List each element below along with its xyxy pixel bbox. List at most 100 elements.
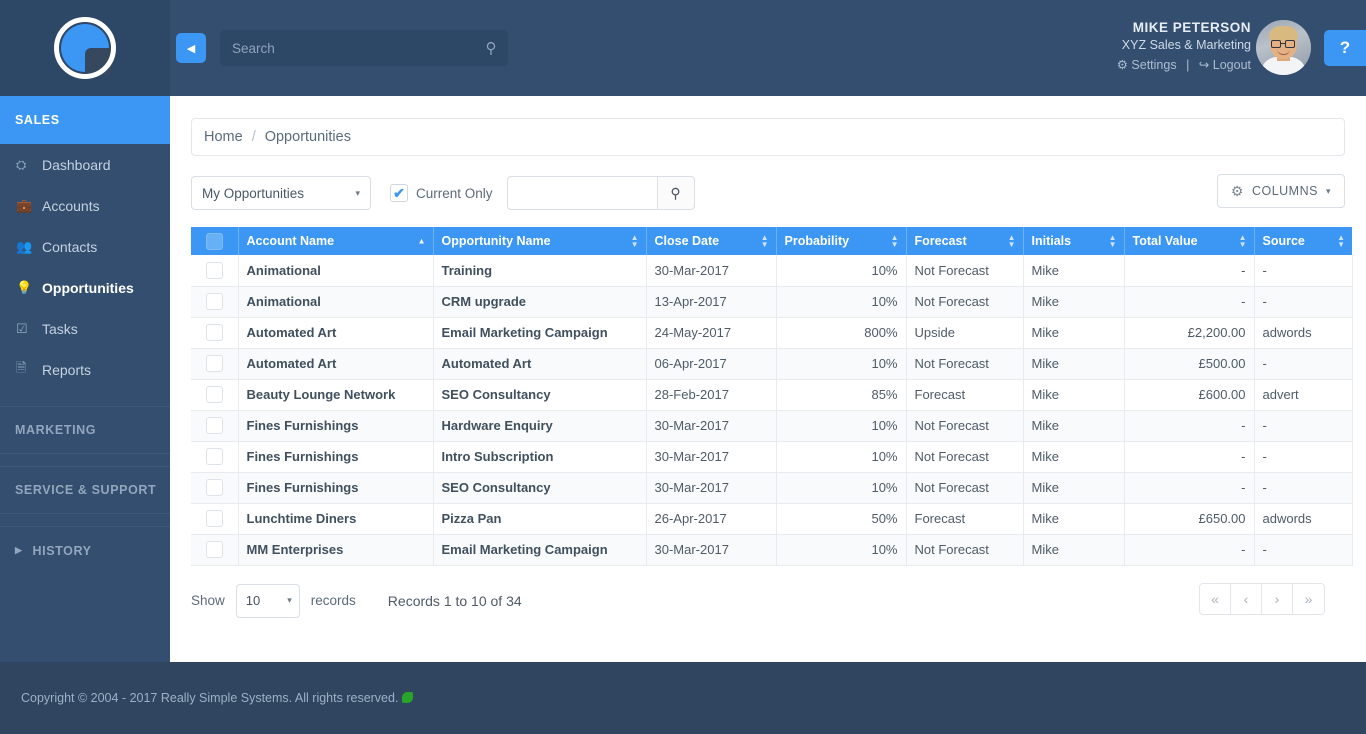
cell-account-name[interactable]: MM Enterprises — [238, 534, 434, 566]
row-select-cell[interactable] — [191, 472, 239, 504]
cell-account-name[interactable]: Beauty Lounge Network — [238, 379, 434, 411]
row-select-cell[interactable] — [191, 534, 239, 566]
table-row[interactable]: Fines Furnishings Hardware Enquiry 30-Mar-… — [191, 410, 1353, 442]
cell-account-name[interactable]: Automated Art — [238, 317, 434, 349]
column-header-account-name[interactable]: Account Name ▲ — [238, 227, 434, 255]
app-logo[interactable] — [0, 0, 170, 96]
sidebar-item-contacts[interactable]: 👥 Contacts — [0, 226, 170, 267]
column-header-select-all[interactable] — [191, 227, 239, 255]
cell-account-name[interactable]: Automated Art — [238, 348, 434, 380]
column-header-close-date[interactable]: Close Date ▲ ▼ — [646, 227, 777, 255]
row-select-cell[interactable] — [191, 348, 239, 380]
sidebar-group-history[interactable]: ▶ HISTORY — [0, 526, 170, 574]
row-checkbox[interactable] — [205, 448, 223, 466]
search-icon[interactable]: ⚲ — [474, 39, 508, 57]
table-row[interactable]: Animational CRM upgrade 13-Apr-2017 10% Not … — [191, 286, 1353, 318]
sidebar-group-marketing[interactable]: MARKETING — [0, 406, 170, 454]
cell-account-name[interactable]: Fines Furnishings — [238, 410, 434, 442]
sidebar-group-service-support[interactable]: SERVICE & SUPPORT — [0, 466, 170, 514]
cell-total-value: £2,200.00 — [1124, 317, 1255, 349]
filter-search-button[interactable]: ⚲ — [656, 176, 695, 210]
sidebar-collapse-button[interactable]: ◀ — [176, 33, 206, 63]
row-checkbox[interactable] — [205, 324, 223, 342]
cell-close-date: 28-Feb-2017 — [646, 379, 777, 411]
help-button[interactable]: ? — [1324, 30, 1366, 66]
cell-opportunity-name[interactable]: Email Marketing Campaign — [433, 317, 647, 349]
last-page-button[interactable]: » — [1293, 583, 1324, 614]
row-checkbox[interactable] — [205, 479, 223, 497]
row-select-cell[interactable] — [191, 286, 239, 318]
column-header-opportunity-name[interactable]: Opportunity Name ▲ ▼ — [433, 227, 647, 255]
table-row[interactable]: Lunchtime Diners Pizza Pan 26-Apr-2017 50% F… — [191, 503, 1353, 535]
cell-account-name[interactable]: Fines Furnishings — [238, 441, 434, 473]
cell-opportunity-name[interactable]: Hardware Enquiry — [433, 410, 647, 442]
cell-opportunity-name[interactable]: Email Marketing Campaign — [433, 534, 647, 566]
cell-opportunity-name[interactable]: CRM upgrade — [433, 286, 647, 318]
cell-close-date: 30-Mar-2017 — [646, 534, 777, 566]
sidebar-item-opportunities[interactable]: 💡 Opportunities — [0, 267, 170, 308]
breadcrumb-home[interactable]: Home — [204, 129, 243, 145]
columns-button[interactable]: ⚙ COLUMNS ▾ — [1216, 174, 1345, 208]
table-row[interactable]: Animational Training 30-Mar-2017 10% Not For… — [191, 255, 1353, 287]
cell-opportunity-name[interactable]: Intro Subscription — [433, 441, 647, 473]
row-select-cell[interactable] — [191, 379, 239, 411]
column-header-forecast[interactable]: Forecast ▲ ▼ — [906, 227, 1024, 255]
cell-probability: 10% — [776, 255, 907, 287]
view-select[interactable]: My Opportunities ▾ — [191, 176, 371, 210]
avatar[interactable] — [1256, 20, 1311, 75]
row-checkbox[interactable] — [205, 293, 223, 311]
row-select-cell[interactable] — [191, 317, 239, 349]
table-row[interactable]: Fines Furnishings Intro Subscription 30-Ma… — [191, 441, 1353, 473]
cell-account-name[interactable]: Fines Furnishings — [238, 472, 434, 504]
row-checkbox[interactable] — [205, 261, 223, 279]
row-select-cell[interactable] — [191, 410, 239, 442]
current-only-checkbox[interactable]: ✔ Current Only — [390, 184, 493, 202]
column-header-probability[interactable]: Probability ▲ ▼ — [776, 227, 907, 255]
table-row[interactable]: MM Enterprises Email Marketing Campaign 30… — [191, 534, 1353, 566]
cell-account-name[interactable]: Animational — [238, 255, 434, 287]
settings-link[interactable]: Settings — [1131, 58, 1176, 72]
row-select-cell[interactable] — [191, 441, 239, 473]
search-input[interactable] — [220, 40, 474, 56]
cell-account-name[interactable]: Lunchtime Diners — [238, 503, 434, 535]
sidebar-item-tasks[interactable]: ☑ Tasks — [0, 308, 170, 349]
first-page-button[interactable]: « — [1200, 583, 1231, 614]
prev-page-button[interactable]: ‹ — [1231, 583, 1262, 614]
cell-account-name[interactable]: Animational — [238, 286, 434, 318]
global-search[interactable]: ⚲ — [220, 30, 508, 66]
cell-forecast: Not Forecast — [906, 348, 1024, 380]
cell-total-value: - — [1124, 255, 1255, 287]
next-page-button[interactable]: › — [1262, 583, 1293, 614]
table-row[interactable]: Automated Art Email Marketing Campaign 24-… — [191, 317, 1353, 349]
row-checkbox[interactable] — [205, 386, 223, 404]
cell-source: adwords — [1254, 503, 1353, 535]
sidebar-item-accounts[interactable]: 💼 Accounts — [0, 185, 170, 226]
row-select-cell[interactable] — [191, 503, 239, 535]
table-row[interactable]: Beauty Lounge Network SEO Consultancy 28-F… — [191, 379, 1353, 411]
cell-opportunity-name[interactable]: Training — [433, 255, 647, 287]
row-checkbox[interactable] — [205, 355, 223, 373]
row-checkbox[interactable] — [205, 541, 223, 559]
cell-opportunity-name[interactable]: Pizza Pan — [433, 503, 647, 535]
column-header-total-value[interactable]: Total Value ▲ ▼ — [1124, 227, 1255, 255]
row-select-cell[interactable] — [191, 255, 239, 287]
table-row[interactable]: Automated Art Automated Art 06-Apr-2017 10%… — [191, 348, 1353, 380]
cell-opportunity-name[interactable]: Automated Art — [433, 348, 647, 380]
sidebar-item-dashboard[interactable]: ⛭ Dashboard — [0, 144, 170, 185]
select-all-checkbox[interactable] — [205, 232, 223, 250]
sidebar-group-label: SALES — [15, 113, 60, 127]
table-row[interactable]: Fines Furnishings SEO Consultancy 30-Mar-2… — [191, 472, 1353, 504]
filter-input[interactable] — [506, 176, 657, 210]
checkbox-box[interactable]: ✔ — [390, 184, 408, 202]
sidebar-item-reports[interactable]: 🗎 Reports — [0, 349, 170, 390]
cell-opportunity-name[interactable]: SEO Consultancy — [433, 379, 647, 411]
page-size-select[interactable]: 10 ▾ — [235, 583, 300, 618]
column-header-source[interactable]: Source ▲ ▼ — [1254, 227, 1352, 255]
logout-link[interactable]: Logout — [1213, 58, 1251, 72]
row-checkbox[interactable] — [205, 510, 223, 528]
cell-opportunity-name[interactable]: SEO Consultancy — [433, 472, 647, 504]
cell-forecast: Not Forecast — [906, 410, 1024, 442]
row-checkbox[interactable] — [205, 417, 223, 435]
column-header-initials[interactable]: Initials ▲ ▼ — [1023, 227, 1125, 255]
sidebar-group-sales[interactable]: SALES — [0, 96, 170, 144]
